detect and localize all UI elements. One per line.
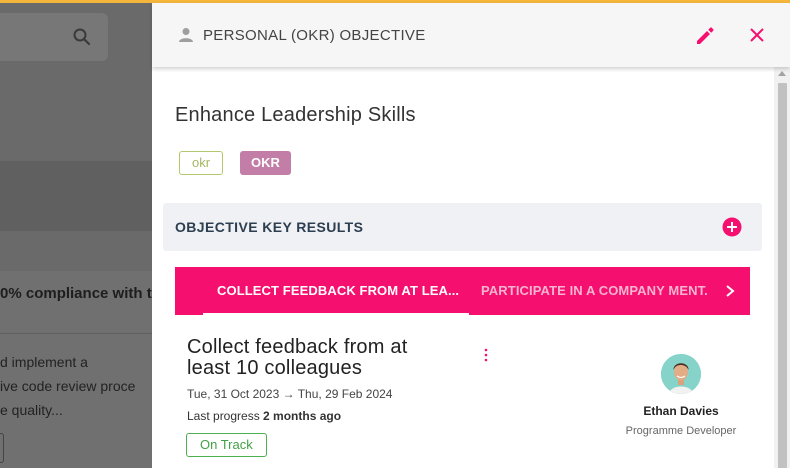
last-progress-value: 2 months ago <box>263 409 342 423</box>
pencil-icon[interactable] <box>694 25 716 47</box>
tag-okr-lowercase[interactable]: okr <box>179 151 224 175</box>
avatar[interactable] <box>661 354 701 394</box>
search-icon <box>73 28 91 46</box>
background-heading: 0% compliance with t <box>0 285 152 302</box>
panel-header: PERSONAL (OKR) OBJECTIVE <box>152 3 790 67</box>
owner-name: Ethan Davies <box>643 404 719 418</box>
panel-title: PERSONAL (OKR) OBJECTIVE <box>203 27 426 44</box>
more-options-icon[interactable] <box>483 348 489 362</box>
last-progress-label: Last progress <box>187 409 260 423</box>
background-description-line: ive code review proce <box>0 378 136 394</box>
active-tab-indicator <box>203 313 469 315</box>
objective-title: Enhance Leadership Skills <box>175 104 416 126</box>
scroll-up-arrow[interactable] <box>778 71 786 76</box>
tag-okr-uppercase[interactable]: OKR <box>240 151 291 175</box>
key-results-label: OBJECTIVE KEY RESULTS <box>175 219 364 235</box>
key-result-title: Collect feedback from at least 10 collea… <box>187 336 408 379</box>
objective-panel: PERSONAL (OKR) OBJECTIVE Enhance Leaders… <box>152 3 790 468</box>
owner-role: Programme Developer <box>625 425 737 437</box>
last-progress: Last progress 2 months ago <box>187 409 341 423</box>
person-icon <box>179 28 193 42</box>
key-results-tabs: COLLECT FEEDBACK FROM AT LEA... PARTICIP… <box>175 267 750 315</box>
background-button <box>0 433 4 463</box>
close-icon[interactable] <box>748 26 766 44</box>
tab-collect-feedback[interactable]: COLLECT FEEDBACK FROM AT LEA... <box>217 283 459 298</box>
background-page: 0% compliance with t d implement a ive c… <box>0 3 152 468</box>
scrollbar-thumb[interactable] <box>778 83 787 468</box>
background-description-line: e quality... <box>0 402 63 418</box>
background-band <box>0 161 152 231</box>
chevron-right-icon[interactable] <box>723 283 737 299</box>
plus-circle-icon[interactable] <box>722 217 742 237</box>
key-results-section-header: OBJECTIVE KEY RESULTS <box>163 203 762 251</box>
background-description-line: d implement a <box>0 354 88 370</box>
background-search-bar <box>0 13 108 61</box>
avatar-image <box>661 354 701 394</box>
panel-scrollbar[interactable] <box>774 67 790 468</box>
tab-participate-mentorship[interactable]: PARTICIPATE IN A COMPANY MENT. <box>481 283 708 298</box>
background-divider <box>0 333 152 334</box>
status-badge: On Track <box>186 433 267 457</box>
key-result-dates: Tue, 31 Oct 2023 → Thu, 29 Feb 2024 <box>187 387 393 401</box>
